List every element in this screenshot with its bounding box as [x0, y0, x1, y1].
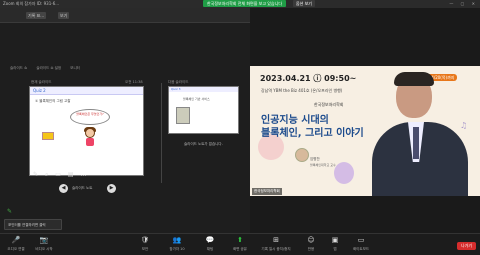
- share-screen-button[interactable]: ⬆ 화면 공유: [225, 236, 255, 252]
- share-screen-icon: ⬆: [237, 236, 243, 244]
- previous-slide-button[interactable]: ◀: [59, 184, 68, 193]
- event-title-line2: 블록체인, 그리고 이야기: [261, 128, 364, 139]
- security-label: 보안: [141, 247, 149, 251]
- chat-button[interactable]: 💬 채팅: [195, 236, 225, 252]
- window-controls[interactable]: — ▢ ✕: [449, 1, 478, 6]
- next-slide-image: [176, 107, 190, 124]
- screen-tool-icon[interactable]: ▭: [55, 171, 61, 178]
- audio-button[interactable]: 🎤 오디오 연결: [1, 236, 31, 252]
- chat-icon: 💬: [205, 236, 215, 244]
- record-icon: ⊞: [273, 236, 279, 244]
- next-slide-notes: 슬라이드 노트가 없습니다.: [184, 142, 223, 146]
- presenter-toolbar: 기록 표... 보기: [0, 8, 250, 23]
- book-illustration: [42, 132, 54, 140]
- whiteboard-button[interactable]: ▭ 화이트보드: [346, 236, 376, 252]
- video-label: 비디오 시작: [35, 247, 53, 251]
- speech-bubble: 블록체인은 무엇인가?: [70, 109, 110, 125]
- pointer-hint-tooltip: 포인터를 연결하려면 클릭: [4, 219, 62, 230]
- slide-timer: 오전 11:38: [125, 80, 143, 84]
- decoration-balloon: [334, 162, 354, 184]
- record-button[interactable]: ⊞ 기록 일시 중지/중지: [256, 236, 296, 252]
- girl-illustration: [82, 127, 98, 146]
- slide-subtitle: ① 블록체인의 그림 고찰: [35, 99, 71, 103]
- view-options-button[interactable]: 옵션 보기: [293, 0, 315, 7]
- camera-icon: 📷: [39, 236, 49, 244]
- speaker-person: [368, 72, 468, 196]
- panel-divider[interactable]: [161, 83, 162, 183]
- microphone-icon: 🎤: [11, 236, 21, 244]
- next-slide-text: 블록체인 기반 서비스: [183, 97, 210, 101]
- current-slide-label: 현재 슬라이드: [31, 80, 52, 84]
- screen-share-banner: 한국정보처리학회 전체 화면을 보고 있습니다: [203, 0, 287, 7]
- participants-label: 참가자 10: [169, 247, 185, 251]
- grid-tool-icon[interactable]: ▤: [68, 171, 74, 178]
- annotation-tools: ✎ ⌕ ▭ ▤ …: [33, 171, 91, 179]
- shield-icon: 🛡: [140, 236, 150, 244]
- next-slide-preview: Quiz 3 블록체인 기반 서비스: [168, 86, 239, 134]
- participants-button[interactable]: 👥 참가자 10: [162, 236, 192, 252]
- event-venue: 강남역 YBM the Biz 401호 (온/오프라인 병행): [261, 88, 343, 93]
- slide-notes-label: 슬라이드 노트: [72, 186, 93, 190]
- whiteboard-icon: ▭: [357, 236, 365, 244]
- current-slide: Quiz 2 ① 블록체인의 그림 고찰 블록체인은 무엇인가?: [29, 86, 144, 176]
- share-screen-label: 화면 공유: [233, 247, 247, 251]
- next-slide-label: 다음 슬라이드: [168, 80, 189, 84]
- speaker-avatar: [295, 148, 309, 162]
- next-slide-button[interactable]: ▶: [107, 184, 116, 193]
- menu-slideshow-settings[interactable]: 슬라이드 쇼 설정: [36, 66, 61, 70]
- chat-label: 채팅: [206, 247, 214, 251]
- slide-header: Quiz 2: [30, 87, 143, 95]
- speaker-video: 2023.04.21 ⓘ 09:50~ 마감일 4/20(목)까지 강남역 YB…: [250, 66, 480, 196]
- pen-tool-icon[interactable]: ✎: [33, 171, 38, 178]
- meeting-toolbar: 🎤 오디오 연결 📷 비디오 시작 🛡 보안 👥 참가자 10 💬 채팅 ⬆ 화…: [0, 233, 480, 255]
- record-label: 기록 일시 중지/중지: [261, 247, 291, 251]
- participant-name-tag: 한국정보처리학회: [252, 188, 282, 195]
- event-organizer: 한국정보처리학회: [314, 102, 344, 107]
- next-slide-header: Quiz 3: [169, 87, 238, 92]
- zoom-window: Zoom 회의 참가자 ID: 931-6... 한국정보처리학회 전체 화면을…: [0, 0, 480, 255]
- title-bar: Zoom 회의 참가자 ID: 931-6... 한국정보처리학회 전체 화면을…: [0, 0, 480, 8]
- more-tool-icon[interactable]: …: [80, 171, 86, 178]
- event-date: 2023.04.21 ⓘ 09:50~: [260, 74, 357, 83]
- toolbar-chip-1[interactable]: 기록 표...: [26, 12, 47, 19]
- toolbar-chip-2[interactable]: 보기: [58, 12, 70, 19]
- app-title: Zoom 회의 참가자 ID: 931-6...: [3, 1, 60, 6]
- speaker-name: 임병찬: [310, 157, 320, 161]
- speaker-title: 블록체인대학교 교수: [310, 163, 336, 167]
- menu-slideshow[interactable]: 슬라이드 쇼: [10, 66, 27, 70]
- video-button[interactable]: 📷 비디오 시작: [29, 236, 59, 252]
- leave-button[interactable]: 나가기: [457, 242, 477, 250]
- pointer-pen-icon[interactable]: ✎: [7, 208, 12, 215]
- whiteboard-label: 화이트보드: [352, 247, 370, 251]
- zoom-tool-icon[interactable]: ⌕: [45, 171, 48, 178]
- security-button[interactable]: 🛡 보안: [130, 236, 160, 252]
- slideshow-menu: 슬라이드 쇼 슬라이드 쇼 설정 모니터: [10, 66, 88, 71]
- audio-label: 오디오 연결: [7, 247, 25, 251]
- participants-icon: 👥: [172, 236, 182, 244]
- menu-monitor[interactable]: 모니터: [70, 66, 80, 70]
